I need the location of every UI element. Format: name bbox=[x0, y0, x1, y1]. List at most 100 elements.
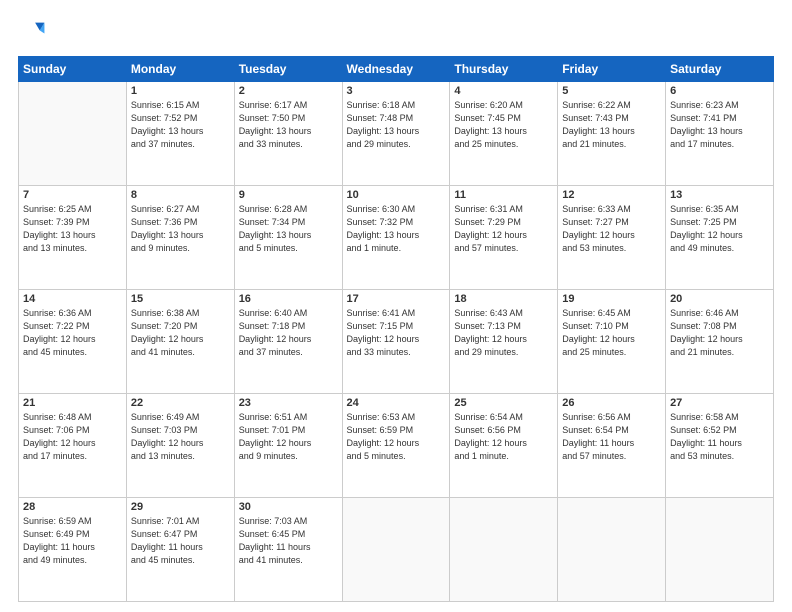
day-number: 27 bbox=[670, 397, 769, 409]
calendar-cell bbox=[342, 498, 450, 602]
calendar-cell: 27 Sunrise: 6:58 AMSunset: 6:52 PMDayligh… bbox=[666, 394, 774, 498]
day-info: Sunrise: 6:31 AMSunset: 7:29 PMDaylight:… bbox=[454, 203, 553, 255]
calendar-cell: 11 Sunrise: 6:31 AMSunset: 7:29 PMDayligh… bbox=[450, 186, 558, 290]
day-number: 7 bbox=[23, 189, 122, 201]
day-number: 14 bbox=[23, 293, 122, 305]
day-info: Sunrise: 6:20 AMSunset: 7:45 PMDaylight:… bbox=[454, 99, 553, 151]
calendar-cell bbox=[450, 498, 558, 602]
day-number: 3 bbox=[347, 85, 446, 97]
col-header-tuesday: Tuesday bbox=[234, 57, 342, 82]
col-header-saturday: Saturday bbox=[666, 57, 774, 82]
day-number: 22 bbox=[131, 397, 230, 409]
logo bbox=[18, 18, 50, 46]
calendar-cell: 26 Sunrise: 6:56 AMSunset: 6:54 PMDayligh… bbox=[558, 394, 666, 498]
day-info: Sunrise: 6:23 AMSunset: 7:41 PMDaylight:… bbox=[670, 99, 769, 151]
day-number: 17 bbox=[347, 293, 446, 305]
calendar-cell: 12 Sunrise: 6:33 AMSunset: 7:27 PMDayligh… bbox=[558, 186, 666, 290]
calendar-week-row: 1Sunrise: 6:15 AMSunset: 7:52 PMDaylight… bbox=[19, 82, 774, 186]
day-number: 19 bbox=[562, 293, 661, 305]
calendar-cell: 17 Sunrise: 6:41 AMSunset: 7:15 PMDayligh… bbox=[342, 290, 450, 394]
day-info: Sunrise: 6:46 AMSunset: 7:08 PMDaylight:… bbox=[670, 307, 769, 359]
calendar-cell: 1Sunrise: 6:15 AMSunset: 7:52 PMDaylight… bbox=[126, 82, 234, 186]
day-number: 4 bbox=[454, 85, 553, 97]
calendar-week-row: 14 Sunrise: 6:36 AMSunset: 7:22 PMDayligh… bbox=[19, 290, 774, 394]
day-info: Sunrise: 6:59 AMSunset: 6:49 PMDaylight:… bbox=[23, 515, 122, 567]
day-info: Sunrise: 6:48 AMSunset: 7:06 PMDaylight:… bbox=[23, 411, 122, 463]
calendar-cell: 21 Sunrise: 6:48 AMSunset: 7:06 PMDayligh… bbox=[19, 394, 127, 498]
day-info: Sunrise: 6:56 AMSunset: 6:54 PMDaylight:… bbox=[562, 411, 661, 463]
day-info: Sunrise: 6:27 AMSunset: 7:36 PMDaylight:… bbox=[131, 203, 230, 255]
calendar-cell bbox=[19, 82, 127, 186]
day-info: Sunrise: 6:54 AMSunset: 6:56 PMDaylight:… bbox=[454, 411, 553, 463]
calendar-cell bbox=[558, 498, 666, 602]
day-number: 30 bbox=[239, 501, 338, 513]
calendar-cell: 23 Sunrise: 6:51 AMSunset: 7:01 PMDayligh… bbox=[234, 394, 342, 498]
day-number: 2 bbox=[239, 85, 338, 97]
col-header-friday: Friday bbox=[558, 57, 666, 82]
calendar-cell: 25 Sunrise: 6:54 AMSunset: 6:56 PMDayligh… bbox=[450, 394, 558, 498]
day-info: Sunrise: 6:51 AMSunset: 7:01 PMDaylight:… bbox=[239, 411, 338, 463]
day-number: 8 bbox=[131, 189, 230, 201]
day-info: Sunrise: 6:25 AMSunset: 7:39 PMDaylight:… bbox=[23, 203, 122, 255]
day-number: 23 bbox=[239, 397, 338, 409]
calendar-cell: 8 Sunrise: 6:27 AMSunset: 7:36 PMDaylight… bbox=[126, 186, 234, 290]
calendar-cell: 9 Sunrise: 6:28 AMSunset: 7:34 PMDaylight… bbox=[234, 186, 342, 290]
day-info: Sunrise: 6:30 AMSunset: 7:32 PMDaylight:… bbox=[347, 203, 446, 255]
day-number: 26 bbox=[562, 397, 661, 409]
day-info: Sunrise: 6:22 AMSunset: 7:43 PMDaylight:… bbox=[562, 99, 661, 151]
calendar-cell: 22 Sunrise: 6:49 AMSunset: 7:03 PMDayligh… bbox=[126, 394, 234, 498]
day-info: Sunrise: 6:43 AMSunset: 7:13 PMDaylight:… bbox=[454, 307, 553, 359]
day-info: Sunrise: 7:01 AMSunset: 6:47 PMDaylight:… bbox=[131, 515, 230, 567]
calendar-cell: 3 Sunrise: 6:18 AMSunset: 7:48 PMDaylight… bbox=[342, 82, 450, 186]
calendar-cell: 16Sunrise: 6:40 AMSunset: 7:18 PMDayligh… bbox=[234, 290, 342, 394]
calendar-cell: 29 Sunrise: 7:01 AMSunset: 6:47 PMDayligh… bbox=[126, 498, 234, 602]
header bbox=[18, 18, 774, 46]
col-header-monday: Monday bbox=[126, 57, 234, 82]
day-info: Sunrise: 6:36 AMSunset: 7:22 PMDaylight:… bbox=[23, 307, 122, 359]
calendar-cell: 2 Sunrise: 6:17 AMSunset: 7:50 PMDaylight… bbox=[234, 82, 342, 186]
calendar-header-row: SundayMondayTuesdayWednesdayThursdayFrid… bbox=[19, 57, 774, 82]
calendar-cell: 10 Sunrise: 6:30 AMSunset: 7:32 PMDayligh… bbox=[342, 186, 450, 290]
calendar-cell: 15Sunrise: 6:38 AMSunset: 7:20 PMDayligh… bbox=[126, 290, 234, 394]
calendar-cell: 7 Sunrise: 6:25 AMSunset: 7:39 PMDaylight… bbox=[19, 186, 127, 290]
day-number: 13 bbox=[670, 189, 769, 201]
day-info: Sunrise: 6:17 AMSunset: 7:50 PMDaylight:… bbox=[239, 99, 338, 151]
calendar-cell: 24 Sunrise: 6:53 AMSunset: 6:59 PMDayligh… bbox=[342, 394, 450, 498]
day-number: 21 bbox=[23, 397, 122, 409]
calendar-week-row: 28 Sunrise: 6:59 AMSunset: 6:49 PMDayligh… bbox=[19, 498, 774, 602]
day-number: 12 bbox=[562, 189, 661, 201]
day-info: Sunrise: 6:45 AMSunset: 7:10 PMDaylight:… bbox=[562, 307, 661, 359]
day-info: Sunrise: 6:33 AMSunset: 7:27 PMDaylight:… bbox=[562, 203, 661, 255]
calendar-cell: 19 Sunrise: 6:45 AMSunset: 7:10 PMDayligh… bbox=[558, 290, 666, 394]
day-number: 29 bbox=[131, 501, 230, 513]
calendar-cell: 13 Sunrise: 6:35 AMSunset: 7:25 PMDayligh… bbox=[666, 186, 774, 290]
page: SundayMondayTuesdayWednesdayThursdayFrid… bbox=[0, 0, 792, 612]
calendar-cell: 14 Sunrise: 6:36 AMSunset: 7:22 PMDayligh… bbox=[19, 290, 127, 394]
day-info: Sunrise: 6:49 AMSunset: 7:03 PMDaylight:… bbox=[131, 411, 230, 463]
day-number: 5 bbox=[562, 85, 661, 97]
day-info: Sunrise: 6:53 AMSunset: 6:59 PMDaylight:… bbox=[347, 411, 446, 463]
calendar-cell bbox=[666, 498, 774, 602]
day-info: Sunrise: 6:58 AMSunset: 6:52 PMDaylight:… bbox=[670, 411, 769, 463]
day-number: 25 bbox=[454, 397, 553, 409]
day-number: 10 bbox=[347, 189, 446, 201]
day-number: 11 bbox=[454, 189, 553, 201]
day-info: Sunrise: 6:18 AMSunset: 7:48 PMDaylight:… bbox=[347, 99, 446, 151]
day-info: Sunrise: 6:41 AMSunset: 7:15 PMDaylight:… bbox=[347, 307, 446, 359]
day-number: 16 bbox=[239, 293, 338, 305]
calendar-cell: 28 Sunrise: 6:59 AMSunset: 6:49 PMDayligh… bbox=[19, 498, 127, 602]
calendar-cell: 20Sunrise: 6:46 AMSunset: 7:08 PMDayligh… bbox=[666, 290, 774, 394]
day-info: Sunrise: 6:28 AMSunset: 7:34 PMDaylight:… bbox=[239, 203, 338, 255]
calendar-cell: 6 Sunrise: 6:23 AMSunset: 7:41 PMDaylight… bbox=[666, 82, 774, 186]
day-number: 24 bbox=[347, 397, 446, 409]
day-number: 9 bbox=[239, 189, 338, 201]
day-number: 6 bbox=[670, 85, 769, 97]
day-number: 28 bbox=[23, 501, 122, 513]
col-header-thursday: Thursday bbox=[450, 57, 558, 82]
day-info: Sunrise: 6:35 AMSunset: 7:25 PMDaylight:… bbox=[670, 203, 769, 255]
col-header-sunday: Sunday bbox=[19, 57, 127, 82]
day-info: Sunrise: 7:03 AMSunset: 6:45 PMDaylight:… bbox=[239, 515, 338, 567]
calendar-cell: 5 Sunrise: 6:22 AMSunset: 7:43 PMDaylight… bbox=[558, 82, 666, 186]
calendar-cell: 4 Sunrise: 6:20 AMSunset: 7:45 PMDaylight… bbox=[450, 82, 558, 186]
col-header-wednesday: Wednesday bbox=[342, 57, 450, 82]
